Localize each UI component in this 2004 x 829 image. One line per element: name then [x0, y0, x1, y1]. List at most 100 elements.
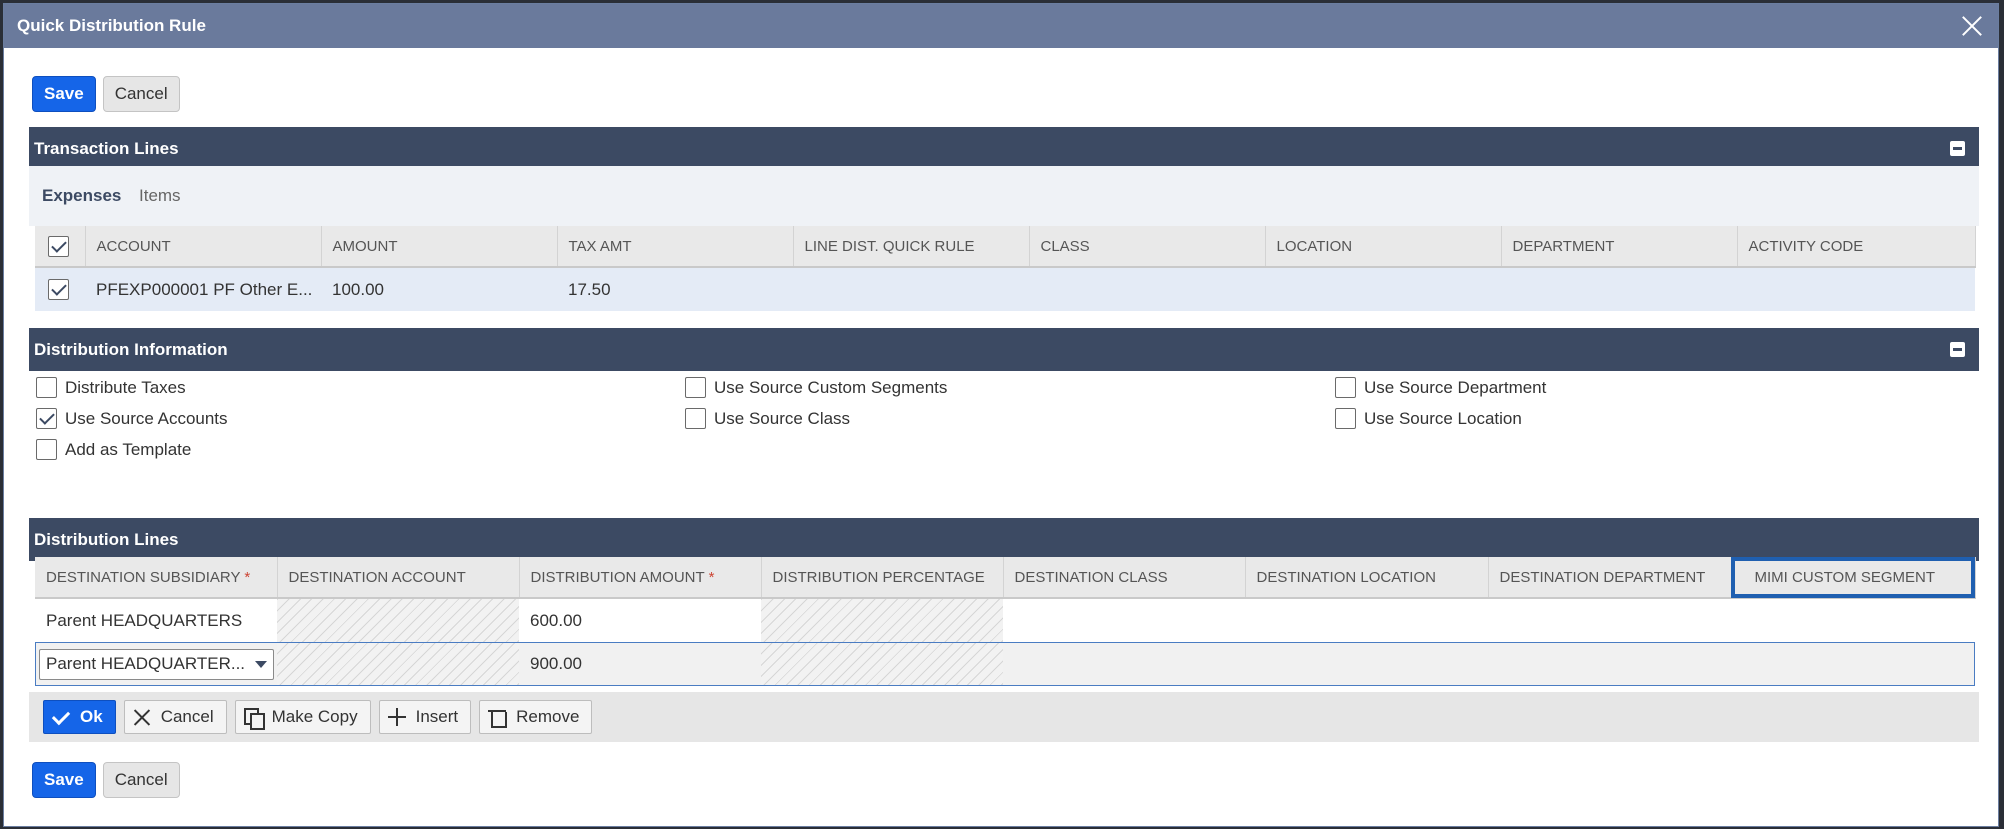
remove-button[interactable]: Remove	[479, 700, 593, 734]
cell-destination-class	[1003, 598, 1245, 642]
close-icon	[133, 708, 151, 726]
use-source-class-checkbox[interactable]	[685, 408, 706, 429]
cell-location	[1265, 267, 1501, 311]
col-amount: AMOUNT	[321, 226, 558, 268]
cell-activity-code	[1737, 267, 1975, 311]
option-use-source-department[interactable]: Use Source Department	[1335, 377, 1546, 398]
option-use-source-custom-segments[interactable]: Use Source Custom Segments	[685, 377, 947, 398]
distribution-lines-table: DESTINATION SUBSIDIARY * DESTINATION ACC…	[35, 557, 1976, 686]
use-source-department-checkbox[interactable]	[1335, 377, 1356, 398]
transaction-lines-title: Transaction Lines	[34, 138, 179, 158]
transaction-tabs: Expenses Items	[29, 166, 1979, 226]
copy-icon	[243, 708, 265, 730]
collapse-icon[interactable]	[1950, 342, 1965, 357]
distribute-taxes-label: Distribute Taxes	[65, 377, 186, 397]
cancel-button[interactable]: Cancel	[102, 762, 180, 798]
cancel-button[interactable]: Cancel	[102, 76, 180, 112]
col-account: ACCOUNT	[85, 226, 322, 268]
check-icon	[52, 708, 70, 726]
col-destination-subsidiary-label: DESTINATION SUBSIDIARY	[46, 568, 241, 586]
use-source-accounts-label: Use Source Accounts	[65, 408, 228, 428]
make-copy-button[interactable]: Make Copy	[234, 700, 371, 734]
add-as-template-checkbox[interactable]	[36, 439, 57, 460]
plus-icon	[387, 708, 406, 726]
option-add-as-template[interactable]: Add as Template	[36, 439, 191, 460]
cell-destination-subsidiary-edit[interactable]: Parent HEADQUARTER...	[35, 642, 277, 686]
cell-line-dist	[793, 267, 1029, 311]
row-checkbox[interactable]	[48, 279, 69, 300]
table-header-row: ACCOUNT AMOUNT TAX AMT LINE DIST. QUICK …	[35, 226, 1976, 268]
use-source-class-label: Use Source Class	[714, 408, 851, 428]
cell-distribution-amount: 600.00	[530, 610, 582, 630]
cell-department	[1501, 267, 1737, 311]
insert-button[interactable]: Insert	[378, 700, 472, 734]
cell-distribution-percentage	[761, 598, 1003, 642]
table-row-editing[interactable]: Parent HEADQUARTER... 900.00	[35, 642, 1975, 686]
select-all-checkbox[interactable]	[48, 235, 69, 257]
select-all-checkbox-cell[interactable]	[35, 226, 86, 268]
option-use-source-accounts[interactable]: Use Source Accounts	[36, 408, 228, 429]
col-line-dist-quick-rule: LINE DIST. QUICK RULE	[793, 226, 1030, 268]
remove-label: Remove	[516, 707, 580, 726]
tab-expenses[interactable]: Expenses	[42, 186, 121, 206]
cell-destination-department[interactable]	[1488, 642, 1731, 686]
dialog-title: Quick Distribution Rule	[17, 16, 206, 35]
required-mark: *	[244, 568, 251, 586]
close-icon[interactable]	[1958, 12, 1986, 40]
col-distribution-amount: DISTRIBUTION AMOUNT *	[519, 557, 762, 599]
cell-destination-account	[277, 598, 519, 642]
required-mark: *	[708, 568, 715, 586]
col-destination-subsidiary: DESTINATION SUBSIDIARY *	[35, 557, 278, 599]
cell-distribution-amount[interactable]: 900.00	[519, 642, 761, 686]
save-button[interactable]: Save	[32, 762, 96, 798]
line-action-bar: Ok Cancel Make Copy Insert Remove	[29, 692, 1979, 742]
col-distribution-percentage: DISTRIBUTION PERCENTAGE	[761, 557, 1004, 599]
line-cancel-button[interactable]: Cancel	[123, 700, 227, 734]
dialog-titlebar: Quick Distribution Rule	[4, 4, 1998, 48]
cell-tax-amt: 17.50	[568, 279, 611, 299]
table-row[interactable]: PFEXP000001 PF Other E... 100.00 17.50	[35, 267, 1975, 311]
use-source-accounts-checkbox[interactable]	[36, 408, 57, 429]
distribute-taxes-checkbox[interactable]	[36, 377, 57, 398]
col-location: LOCATION	[1265, 226, 1502, 268]
transaction-lines-table: ACCOUNT AMOUNT TAX AMT LINE DIST. QUICK …	[35, 226, 1976, 311]
col-distribution-amount-label: DISTRIBUTION AMOUNT	[530, 568, 705, 586]
row-checkbox-cell[interactable]	[35, 267, 85, 311]
col-activity-code: ACTIVITY CODE	[1737, 226, 1976, 268]
line-cancel-label: Cancel	[160, 707, 214, 726]
distribution-lines-header: Distribution Lines	[29, 518, 1979, 561]
trash-icon	[488, 708, 508, 728]
bottom-button-row: Save Cancel	[32, 762, 180, 798]
transaction-lines-header: Transaction Lines	[29, 127, 1979, 170]
option-distribute-taxes[interactable]: Distribute Taxes	[36, 377, 186, 398]
cell-mimi-custom-segment[interactable]	[1731, 642, 1975, 686]
cell-destination-department	[1488, 598, 1731, 642]
cell-amount: 100.00	[332, 279, 384, 299]
table-row[interactable]: Parent HEADQUARTERS 600.00	[35, 598, 1975, 642]
cell-destination-class[interactable]	[1003, 642, 1245, 686]
cell-distribution-percentage	[761, 642, 1003, 686]
add-as-template-label: Add as Template	[65, 439, 192, 459]
col-mimi-custom-segment: MIMI CUSTOM SEGMENT	[1731, 557, 1976, 599]
col-destination-department: DESTINATION DEPARTMENT	[1488, 557, 1732, 599]
cell-destination-location	[1245, 598, 1488, 642]
destination-subsidiary-select[interactable]: Parent HEADQUARTER...	[39, 648, 274, 680]
option-use-source-location[interactable]: Use Source Location	[1335, 408, 1522, 429]
save-button[interactable]: Save	[32, 76, 96, 112]
tab-items[interactable]: Items	[139, 186, 181, 206]
distribution-lines-title: Distribution Lines	[34, 529, 179, 549]
ok-button[interactable]: Ok	[43, 700, 116, 734]
cell-destination-location[interactable]	[1245, 642, 1488, 686]
col-destination-account: DESTINATION ACCOUNT	[277, 557, 520, 599]
use-source-custom-segments-checkbox[interactable]	[685, 377, 706, 398]
use-source-location-checkbox[interactable]	[1335, 408, 1356, 429]
col-destination-class: DESTINATION CLASS	[1003, 557, 1246, 599]
use-source-department-label: Use Source Department	[1364, 377, 1547, 397]
distribution-information-title: Distribution Information	[34, 339, 228, 359]
option-use-source-class[interactable]: Use Source Class	[685, 408, 850, 429]
chevron-down-icon[interactable]	[255, 660, 267, 668]
top-button-row: Save Cancel	[32, 76, 180, 112]
cell-class	[1029, 267, 1265, 311]
collapse-icon[interactable]	[1950, 141, 1965, 156]
ok-label: Ok	[80, 707, 103, 726]
